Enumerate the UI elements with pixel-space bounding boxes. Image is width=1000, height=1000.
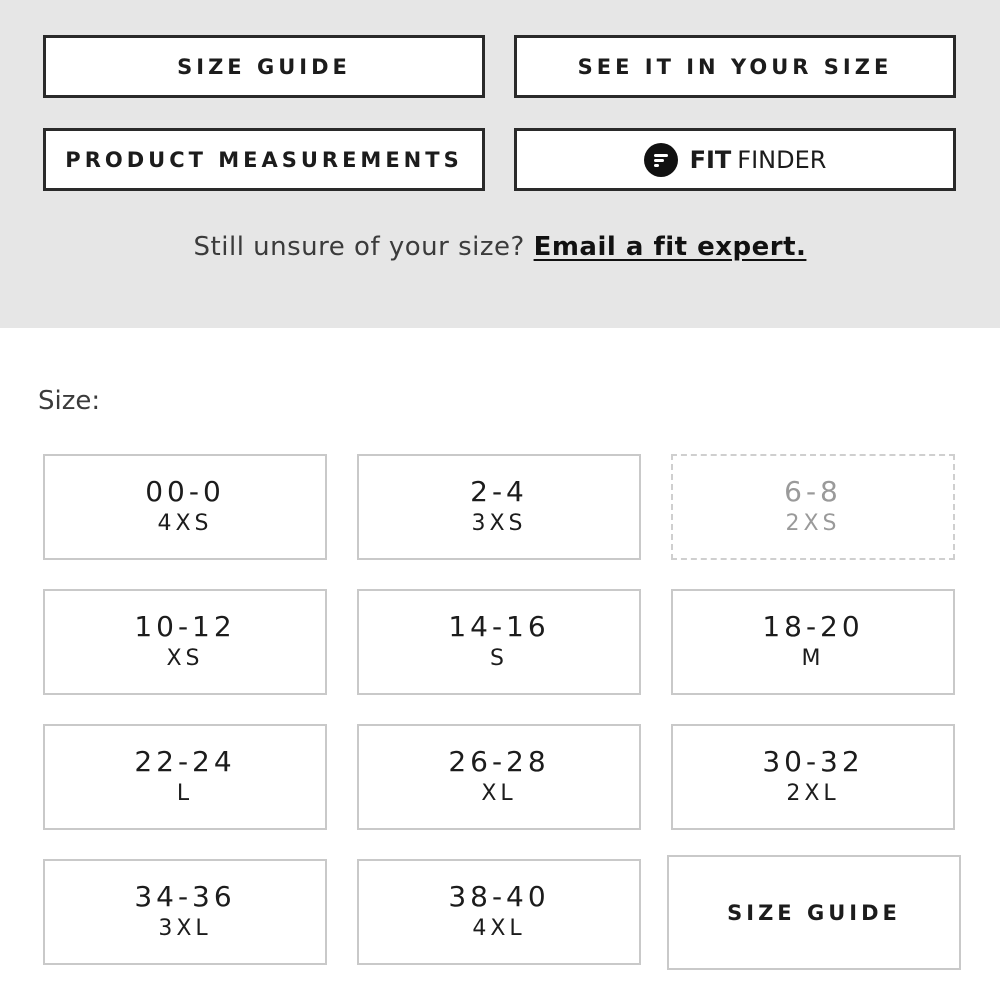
fit-help-prompt: Still unsure of your size?: [193, 232, 525, 262]
size-alpha: XL: [481, 781, 517, 806]
see-it-in-your-size-button[interactable]: SEE IT IN YOUR SIZE: [514, 35, 956, 98]
size-alpha: 2XS: [785, 511, 841, 536]
size-option-6-8-unavailable[interactable]: 6-8 2XS: [671, 454, 955, 560]
size-guide-button[interactable]: SIZE GUIDE: [43, 35, 485, 98]
size-number: 34-36: [134, 880, 236, 913]
size-number: 6-8: [784, 475, 842, 508]
email-fit-expert-link[interactable]: Email a fit expert.: [534, 232, 807, 262]
size-number: 14-16: [448, 610, 550, 643]
fit-finder-button[interactable]: FIT FINDER: [514, 128, 956, 191]
size-label: Size:: [38, 386, 101, 416]
size-option-22-24[interactable]: 22-24 L: [43, 724, 327, 830]
size-guide-tile-button[interactable]: SIZE GUIDE: [667, 855, 961, 970]
size-option-30-32[interactable]: 30-32 2XL: [671, 724, 955, 830]
size-alpha: XS: [166, 646, 204, 671]
size-option-26-28[interactable]: 26-28 XL: [357, 724, 641, 830]
size-alpha: 3XS: [471, 511, 527, 536]
size-option-10-12[interactable]: 10-12 XS: [43, 589, 327, 695]
fit-finder-logo-icon: [643, 142, 678, 177]
fit-finder-label-bold: FIT: [689, 145, 732, 174]
size-alpha: 3XL: [158, 916, 212, 941]
size-number: 00-0: [145, 475, 225, 508]
size-number: 22-24: [134, 745, 236, 778]
product-measurements-button[interactable]: PRODUCT MEASUREMENTS: [43, 128, 485, 191]
size-number: 38-40: [448, 880, 550, 913]
size-option-38-40[interactable]: 38-40 4XL: [357, 859, 641, 965]
fit-tools-panel: SIZE GUIDE SEE IT IN YOUR SIZE PRODUCT M…: [0, 0, 1000, 328]
size-number: 18-20: [762, 610, 864, 643]
size-number: 2-4: [470, 475, 528, 508]
size-number: 30-32: [762, 745, 864, 778]
size-number: 26-28: [448, 745, 550, 778]
size-option-18-20[interactable]: 18-20 M: [671, 589, 955, 695]
size-option-14-16[interactable]: 14-16 S: [357, 589, 641, 695]
size-alpha: L: [176, 781, 194, 806]
size-alpha: 2XL: [786, 781, 840, 806]
size-option-34-36[interactable]: 34-36 3XL: [43, 859, 327, 965]
fit-help-line: Still unsure of your size? Email a fit e…: [0, 232, 1000, 262]
size-alpha: 4XS: [157, 511, 213, 536]
size-option-2-4[interactable]: 2-4 3XS: [357, 454, 641, 560]
fit-finder-label-light: FINDER: [737, 145, 827, 174]
size-alpha: M: [801, 646, 825, 671]
size-alpha: S: [490, 646, 508, 671]
size-alpha: 4XL: [472, 916, 526, 941]
size-number: 10-12: [134, 610, 236, 643]
size-option-00-0[interactable]: 00-0 4XS: [43, 454, 327, 560]
